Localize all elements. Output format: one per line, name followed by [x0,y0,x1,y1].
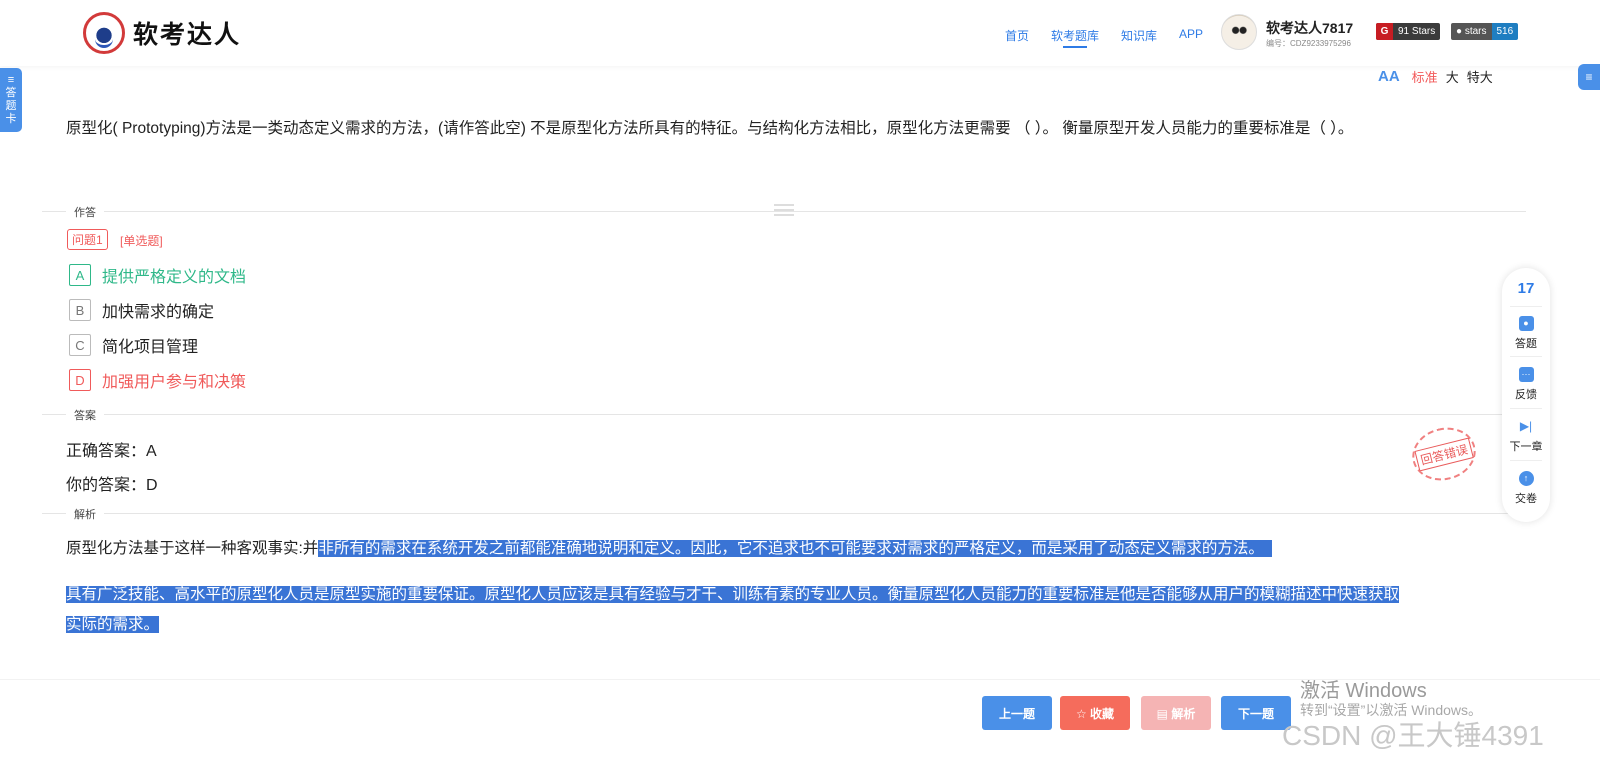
nav-app[interactable]: APP [1179,27,1203,44]
submit-icon: ↑ [1518,471,1534,486]
font-size-standard[interactable]: 标准 [1412,67,1438,86]
logo-text: 软考达人 [133,21,242,49]
toolbar-submit[interactable]: ↑ 交卷 [1502,471,1550,506]
feedback-icon: ··· [1518,367,1534,382]
option-d[interactable]: D 加强用户参与和决策 [69,368,246,392]
option-c[interactable]: C 简化项目管理 [69,333,198,357]
list-icon: ≡ [1585,70,1593,84]
option-letter: D [69,369,91,391]
gitee-stars-text: 91 Stars [1398,26,1436,37]
csdn-watermark: CSDN @王大锤4391 [1282,720,1544,751]
toolbar-answer[interactable]: ● 答题 [1502,316,1550,351]
answer-card-tab[interactable]: ≡ 答题卡 [0,68,22,132]
option-text: 加强用户参与和决策 [102,374,247,391]
question-count: 17 [1517,280,1535,297]
toolbar-feedback[interactable]: ··· 反馈 [1502,367,1550,402]
github-icon: ● [1456,26,1465,37]
toolbar-next-chapter-label: 下一章 [1509,441,1543,453]
analysis-highlight: 实际的需求。 [66,616,160,633]
option-letter: C [69,334,91,356]
toolbar-feedback-label: 反馈 [1515,389,1537,401]
analysis-text: 原型化方法基于这样一种客观事实:并 [66,540,319,557]
answer-icon: ● [1518,316,1534,331]
correct-answer: 正确答案：A [66,443,157,460]
next-chapter-icon: ▶| [1519,419,1533,433]
question-stem: 原型化( Prototyping)方法是一类动态定义需求的方法，(请作答此空) … [66,120,1354,137]
option-letter: B [69,299,91,321]
section-answer-area: 作答 [66,204,104,220]
analysis-paragraph-1: 原型化方法基于这样一种客观事实:并非所有的需求在系统开发之前都能准确地说明和定义… [66,534,1273,564]
next-question-button[interactable]: 下一题 [1221,696,1291,730]
analysis-button[interactable]: ▤ 解析 [1141,696,1211,730]
list-icon: ≡ [7,74,15,86]
github-stars-count: 516 [1491,23,1519,40]
wrong-answer-stamp: 回答错误 [1406,421,1482,487]
divider [1510,306,1542,307]
analysis-highlight: 非所有的需求在系统开发之前都能准确地说明和定义。因此，它不追求也不可能要求对需求… [318,540,1264,557]
divider [1510,460,1542,461]
section-analysis: 解析 [66,506,104,522]
option-a[interactable]: A 提供严格定义的文档 [69,263,246,287]
nav-knowledge-base[interactable]: 知识库 [1121,27,1157,44]
github-stars-label: ● stars [1451,23,1492,40]
right-menu-tab[interactable]: ≡ [1578,64,1600,90]
section-answer: 答案 [66,407,104,423]
github-stars-badge[interactable]: ● stars 516 [1451,23,1519,40]
main-nav: 首页 软考题库 知识库 APP [1005,27,1225,48]
site-logo[interactable]: 软考达人 [83,12,241,54]
prev-question-button[interactable]: 上一题 [982,696,1052,730]
analysis-highlight: 具有广泛技能、高水平的原型化人员是原型实施的重要保证。原型化人员应该是具有经验与… [66,586,1400,603]
user-name[interactable]: 软考达人7817 [1266,18,1353,38]
gitee-stars-badge[interactable]: G 91 Stars [1376,23,1441,40]
option-text: 简化项目管理 [102,339,199,356]
avatar[interactable] [1221,14,1257,50]
answer-card-label: 答题卡 [5,87,17,125]
font-size-icon: AA [1378,68,1400,85]
divider [42,414,1526,415]
font-size-selector: AA 标准 大 特大 [1378,67,1501,86]
your-answer: 你的答案：D [66,477,158,494]
nav-question-bank[interactable]: 软考题库 [1051,27,1099,48]
logo-icon [83,12,125,54]
divider [42,513,1526,514]
favorite-button[interactable]: ☆ 收藏 [1060,696,1130,730]
font-size-xlarge[interactable]: 特大 [1467,67,1493,86]
drag-handle-icon[interactable] [774,204,794,216]
divider [1510,408,1542,409]
toolbar-next-chapter[interactable]: ▶| 下一章 [1502,419,1550,454]
font-size-large[interactable]: 大 [1446,67,1459,86]
analysis-highlight-pad [1263,540,1273,557]
option-b[interactable]: B 加快需求的确定 [69,298,214,322]
windows-activation-title: 激活 Windows [1300,680,1427,702]
toolbar-answer-label: 答题 [1515,338,1537,350]
top-header: 软考达人 首页 软考题库 知识库 APP 软考达人7817 编号：CDZ9233… [0,0,1600,66]
gitee-icon: G [1376,23,1393,40]
github-label-text: stars [1464,26,1487,37]
option-text: 提供严格定义的文档 [102,269,247,286]
toolbar-submit-label: 交卷 [1515,493,1537,505]
divider [1510,356,1542,357]
question-type: [单选题] [120,234,163,248]
stamp-text: 回答错误 [1414,437,1474,471]
nav-home[interactable]: 首页 [1005,27,1029,44]
option-letter: A [69,264,91,286]
user-id: 编号：CDZ9233975296 [1266,39,1351,48]
analysis-paragraph-2: 具有广泛技能、高水平的原型化人员是原型实施的重要保证。原型化人员应该是具有经验与… [66,580,1400,640]
floating-toolbar: 17 ● 答题 ··· 反馈 ▶| 下一章 ↑ 交卷 [1502,268,1550,522]
sub-question-tag: 问题1 [67,229,108,250]
option-text: 加快需求的确定 [102,304,215,321]
